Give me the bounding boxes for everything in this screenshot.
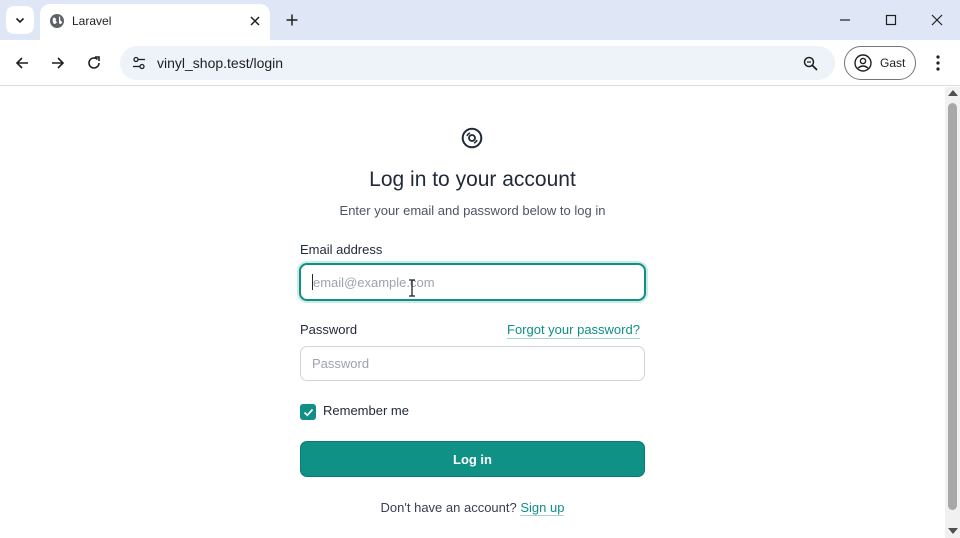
back-icon xyxy=(15,57,28,69)
browser-menu-button[interactable] xyxy=(928,52,948,74)
site-info-button[interactable] xyxy=(128,52,150,74)
login-button[interactable]: Log in xyxy=(300,441,645,477)
scroll-up-arrow[interactable] xyxy=(948,90,958,96)
tab-close-button[interactable] xyxy=(246,12,264,30)
email-label: Email address xyxy=(300,242,383,257)
zoom-button[interactable] xyxy=(800,53,820,73)
close-icon xyxy=(931,14,943,26)
email-field[interactable]: email@example.com xyxy=(299,263,646,301)
minimize-icon xyxy=(840,19,850,21)
signup-prompt: Don't have an account? xyxy=(380,500,517,515)
password-label: Password xyxy=(300,322,358,337)
kebab-menu-icon xyxy=(936,55,940,71)
browser-tab[interactable]: Laravel xyxy=(40,4,270,40)
text-caret xyxy=(312,274,313,290)
profile-button[interactable]: Gast xyxy=(844,46,916,80)
plus-icon xyxy=(286,14,298,26)
browser-toolbar: vinyl_shop.test/login Gast xyxy=(0,40,960,86)
reload-button[interactable] xyxy=(83,52,105,74)
close-icon xyxy=(250,16,260,26)
scroll-down-arrow[interactable] xyxy=(948,528,958,534)
forward-icon xyxy=(52,57,65,69)
url-text[interactable]: vinyl_shop.test/login xyxy=(157,55,283,71)
globe-icon xyxy=(50,14,64,28)
new-tab-button[interactable] xyxy=(282,10,302,30)
password-placeholder: Password xyxy=(312,356,370,371)
site-settings-icon xyxy=(133,56,145,70)
back-button[interactable] xyxy=(11,52,33,74)
signup-link[interactable]: Sign up xyxy=(520,500,565,516)
forgot-password-link[interactable]: Forgot your password? xyxy=(507,322,640,339)
close-window-button[interactable] xyxy=(925,8,949,32)
password-field[interactable]: Password xyxy=(300,346,645,381)
page-viewport: Log in to your account Enter your email … xyxy=(0,87,945,538)
scroll-thumb[interactable] xyxy=(948,103,957,510)
profile-label: Gast xyxy=(880,56,906,70)
remember-me-checkbox[interactable] xyxy=(300,404,316,420)
minimize-button[interactable] xyxy=(833,8,857,32)
page-title: Log in to your account xyxy=(369,168,576,191)
page-scrollbar[interactable] xyxy=(945,87,960,538)
tab-title: Laravel xyxy=(72,14,112,28)
address-bar[interactable]: vinyl_shop.test/login xyxy=(120,46,835,80)
signup-row: Don't have an account? Sign up xyxy=(0,500,945,516)
remember-me-label[interactable]: Remember me xyxy=(323,403,409,418)
forward-button[interactable] xyxy=(47,52,69,74)
text-cursor-icon xyxy=(409,279,415,297)
maximize-button[interactable] xyxy=(879,8,903,32)
profile-icon xyxy=(854,54,872,72)
reload-icon xyxy=(88,56,100,69)
vinyl-logo-icon xyxy=(461,127,483,149)
page-subtitle: Enter your email and password below to l… xyxy=(339,203,606,218)
tab-list-button[interactable] xyxy=(6,6,34,34)
maximize-icon xyxy=(885,14,897,26)
chevron-down-icon xyxy=(15,17,25,24)
zoom-icon xyxy=(803,56,818,71)
browser-titlebar: Laravel xyxy=(0,0,960,40)
checkmark-icon xyxy=(303,408,313,417)
